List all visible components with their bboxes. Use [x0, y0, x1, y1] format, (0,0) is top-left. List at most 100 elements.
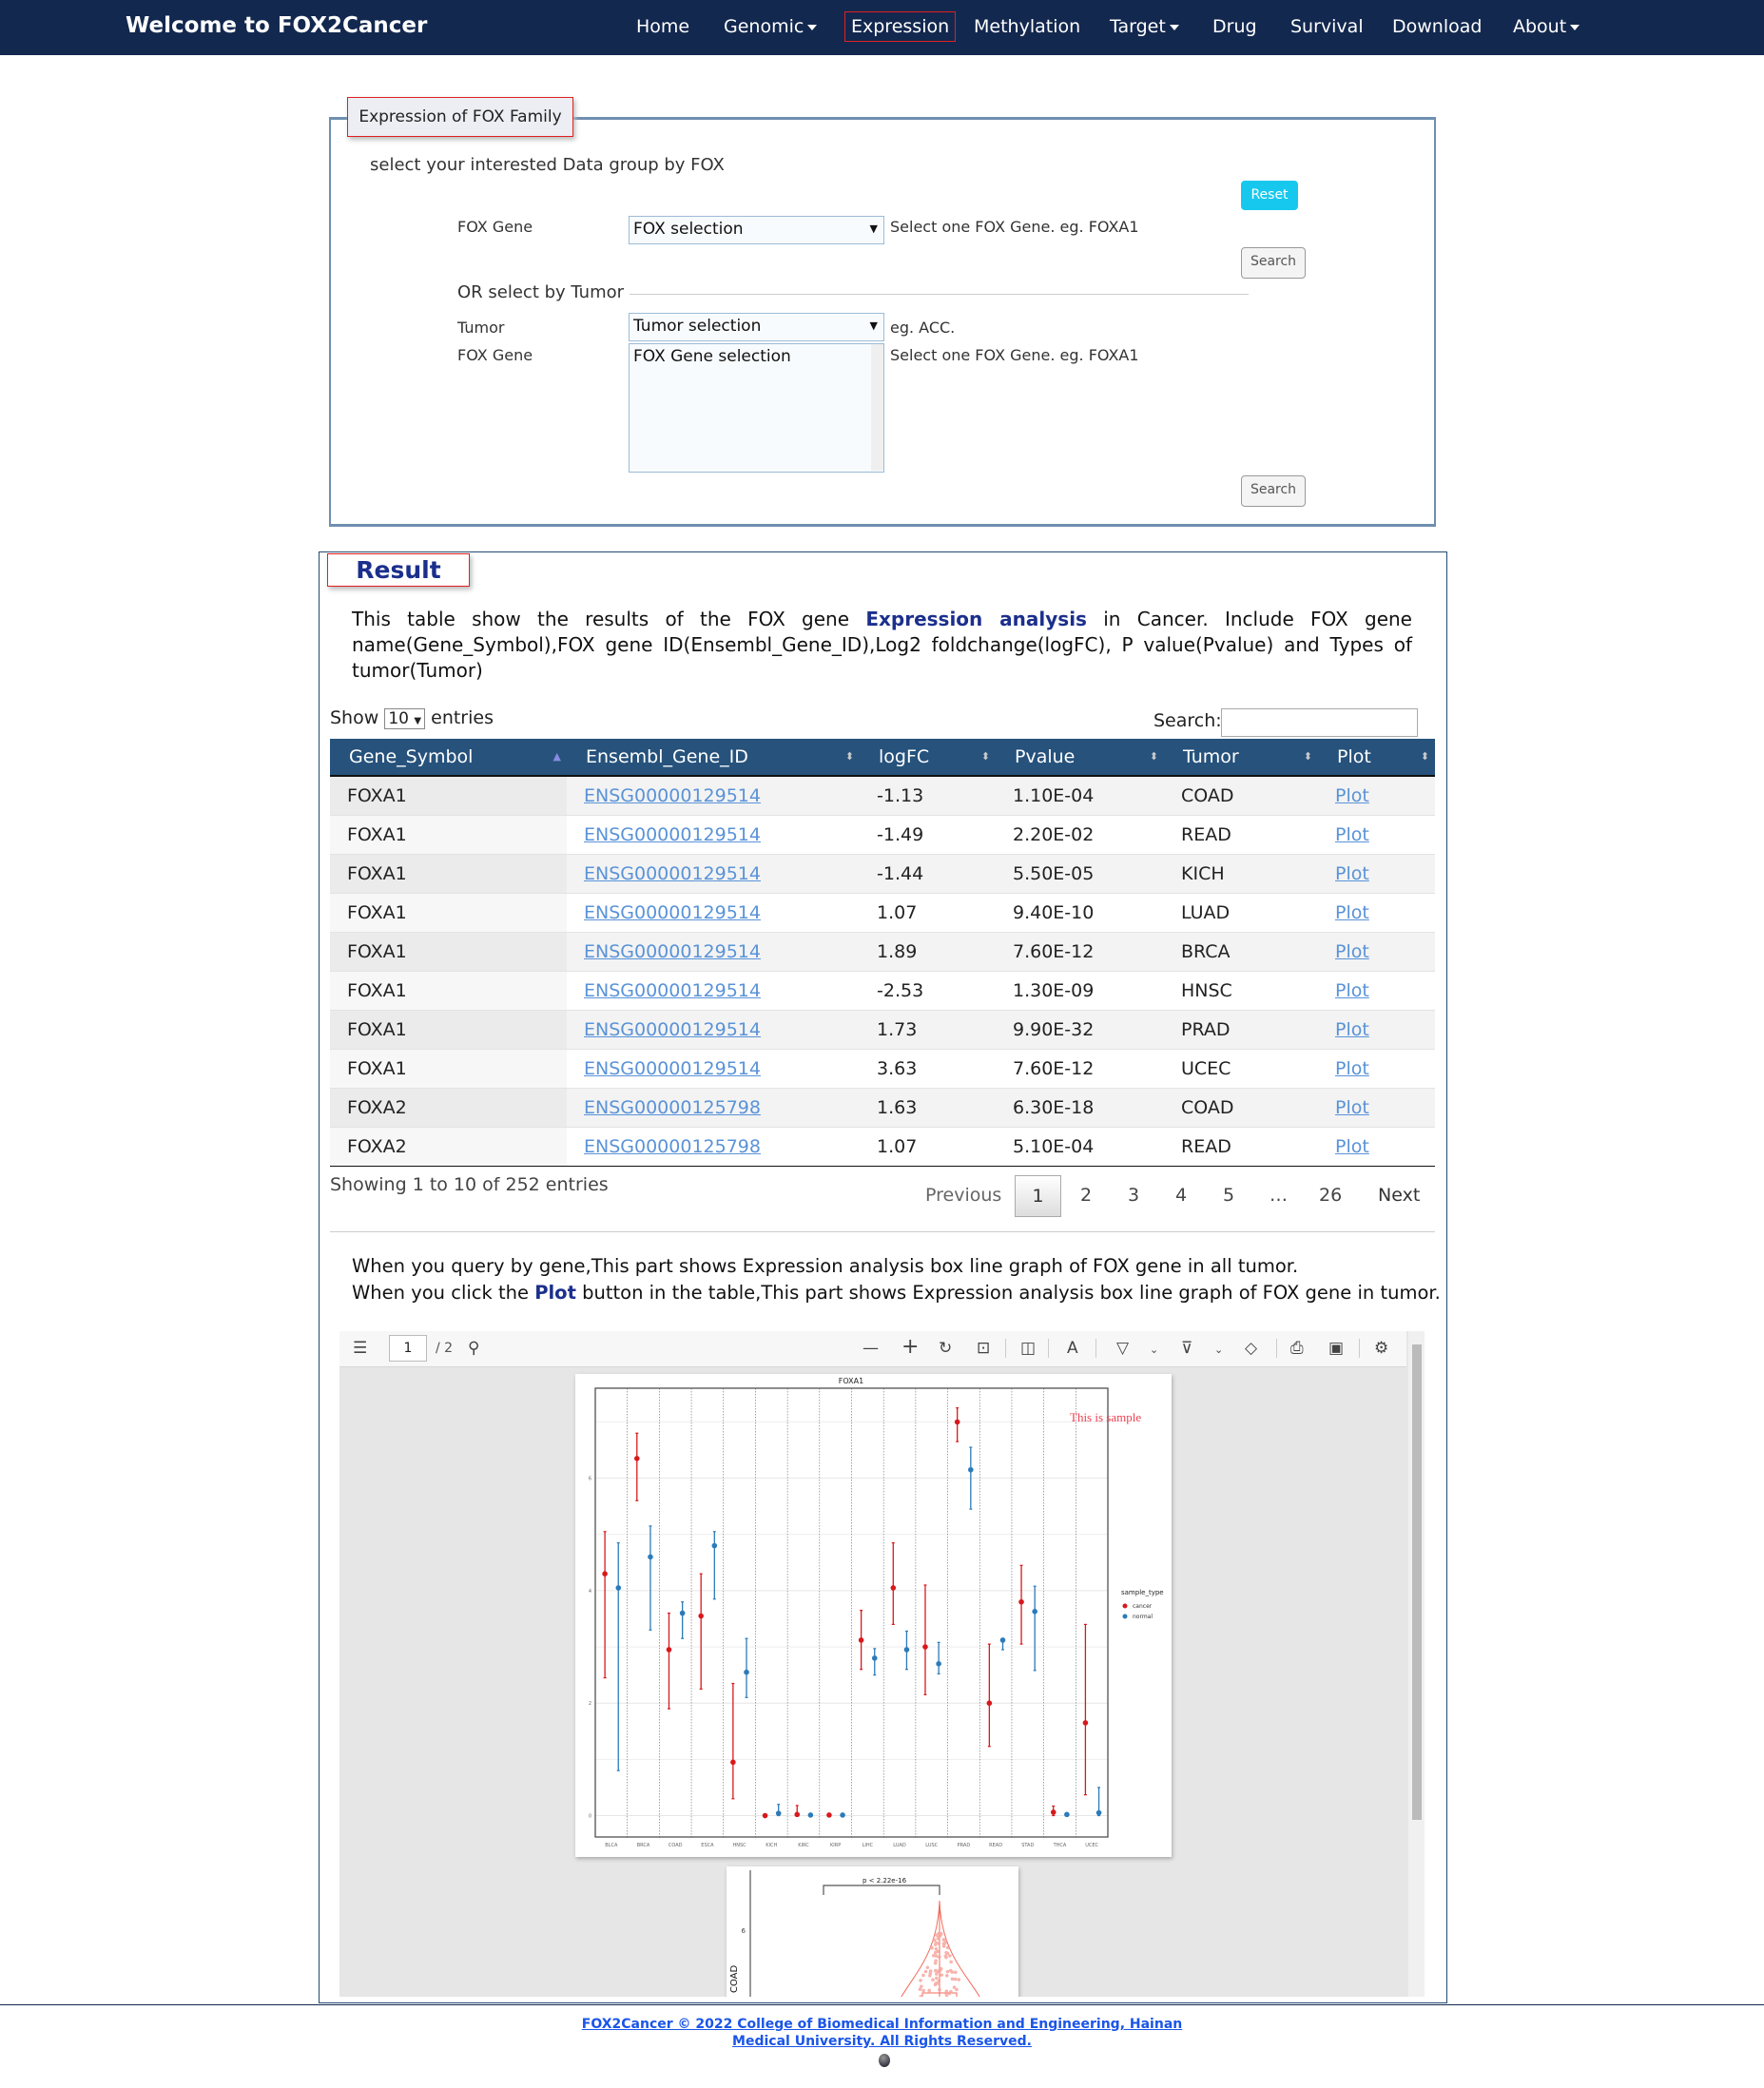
- plot-link[interactable]: Plot: [1335, 902, 1369, 923]
- column-header-ensembl-gene-id[interactable]: Ensembl_Gene_ID ⬍: [567, 739, 860, 777]
- column-header-plot[interactable]: Plot ⬍: [1318, 739, 1435, 777]
- plot-link[interactable]: Plot: [1335, 785, 1369, 806]
- sort-icon[interactable]: ⬍: [1304, 750, 1312, 763]
- jitter-point: [933, 1968, 938, 1973]
- ensembl-link[interactable]: ENSG00000129514: [584, 824, 761, 845]
- entries-select[interactable]: 10 ▼: [384, 708, 426, 729]
- ensembl-link[interactable]: ENSG00000125798: [584, 1097, 761, 1118]
- reset-button[interactable]: Reset: [1241, 181, 1298, 210]
- listbox-scrollbar[interactable]: [871, 344, 883, 471]
- table-search-input[interactable]: [1221, 708, 1418, 737]
- pagination-page-2[interactable]: 2: [1080, 1185, 1092, 1206]
- cell-pvalue: 2.20E-02: [996, 814, 1164, 854]
- ensembl-link[interactable]: ENSG00000129514: [584, 941, 761, 962]
- sort-icon[interactable]: ⬍: [1421, 750, 1429, 763]
- print-icon[interactable]: ⎙: [1290, 1339, 1304, 1358]
- column-header-pvalue[interactable]: Pvalue ⬍: [996, 739, 1164, 777]
- plot-link[interactable]: Plot: [1335, 1058, 1369, 1079]
- or-tumor-heading: OR select by Tumor: [457, 282, 625, 302]
- plot-link[interactable]: Plot: [1335, 980, 1369, 1001]
- scrollbar-thumb[interactable]: [1412, 1344, 1422, 1820]
- point-cancer-KICH: [762, 1812, 768, 1819]
- table-row: FOXA1 ENSG00000129514 -1.13 1.10E-04 COAD Plo…: [330, 775, 1435, 815]
- pagination-page-5[interactable]: 5: [1223, 1185, 1234, 1206]
- rotate-icon[interactable]: ↻: [939, 1339, 952, 1358]
- nav-about[interactable]: About: [1513, 16, 1580, 37]
- zoom-in-icon[interactable]: +: [901, 1335, 919, 1359]
- plot-note-2: When you click the Plot button in the ta…: [352, 1282, 1441, 1304]
- column-header-gene-symbol[interactable]: Gene_Symbol ▲: [330, 739, 567, 777]
- sort-asc-icon[interactable]: ▲: [553, 750, 561, 763]
- cell-pvalue: 9.40E-10: [996, 892, 1164, 932]
- fox-gene-listbox[interactable]: FOX Gene selection: [629, 343, 884, 473]
- ensembl-link[interactable]: ENSG00000129514: [584, 1058, 761, 1079]
- sort-icon[interactable]: ⬍: [845, 750, 854, 763]
- page-number-input[interactable]: 1: [389, 1335, 427, 1362]
- plot-link[interactable]: Plot: [1335, 941, 1369, 962]
- highlight-icon[interactable]: ⊽: [1181, 1339, 1192, 1358]
- cell-tumor: HNSC: [1164, 970, 1318, 1010]
- pagination-page-3[interactable]: 3: [1128, 1185, 1139, 1206]
- nav-download[interactable]: Download: [1392, 16, 1482, 37]
- x-tick-label: PRAD: [958, 1843, 971, 1848]
- contents-list-icon[interactable]: ☰: [353, 1339, 367, 1358]
- cell-plot: Plot: [1318, 853, 1435, 893]
- pagination-page-4[interactable]: 4: [1175, 1185, 1187, 1206]
- tumor-select[interactable]: Tumor selection ▼: [629, 313, 884, 341]
- draw-icon[interactable]: ▽: [1116, 1339, 1129, 1358]
- ensembl-link[interactable]: ENSG00000129514: [584, 902, 761, 923]
- cell-logfc: 1.63: [860, 1087, 996, 1127]
- sort-icon[interactable]: ⬍: [981, 750, 990, 763]
- cell-tumor: BRCA: [1164, 931, 1318, 971]
- settings-gear-icon[interactable]: ⚙: [1374, 1339, 1388, 1358]
- nav-expression[interactable]: Expression: [844, 11, 957, 42]
- plot-link[interactable]: Plot: [1335, 1097, 1369, 1118]
- point-cancer-THCA: [1050, 1809, 1056, 1815]
- cell-gene-symbol: FOXA1: [330, 1048, 567, 1088]
- ensembl-link[interactable]: ENSG00000129514: [584, 1019, 761, 1040]
- cell-pvalue: 9.90E-32: [996, 1009, 1164, 1049]
- caret-down-icon: [807, 24, 818, 30]
- plot-link[interactable]: Plot: [1335, 1019, 1369, 1040]
- search-by-fox-button[interactable]: Search: [1241, 247, 1306, 279]
- viewer-scrollbar[interactable]: [1408, 1331, 1425, 1997]
- point-normal-HNSC: [744, 1669, 749, 1675]
- search-icon[interactable]: ⚲: [468, 1339, 479, 1358]
- pagination-previous[interactable]: Previous: [925, 1185, 1001, 1206]
- nav-target[interactable]: Target: [1110, 16, 1179, 37]
- nav-home[interactable]: Home: [636, 16, 689, 37]
- fit-page-icon[interactable]: ⊡: [977, 1339, 990, 1358]
- nav-methylation[interactable]: Methylation: [974, 16, 1080, 37]
- nav-genomic[interactable]: Genomic: [724, 16, 818, 37]
- pagination-page-1[interactable]: 1: [1015, 1175, 1061, 1217]
- jitter-point: [950, 1970, 955, 1974]
- fox-gene-select[interactable]: FOX selection ▼: [629, 216, 884, 244]
- sort-icon[interactable]: ⬍: [1150, 750, 1158, 763]
- pagination-next[interactable]: Next: [1378, 1185, 1420, 1206]
- column-header-tumor[interactable]: Tumor ⬍: [1164, 739, 1318, 777]
- plot-link[interactable]: Plot: [1335, 824, 1369, 845]
- ensembl-link[interactable]: ENSG00000129514: [584, 785, 761, 806]
- pagination-page-26[interactable]: 26: [1319, 1185, 1342, 1206]
- plot-link[interactable]: Plot: [1335, 863, 1369, 884]
- point-normal-KIRC: [807, 1812, 814, 1818]
- chevron-down-icon[interactable]: ⌄: [1150, 1344, 1158, 1356]
- cell-plot: Plot: [1318, 892, 1435, 932]
- site-brand[interactable]: Welcome to FOX2Cancer: [126, 13, 427, 38]
- ensembl-link[interactable]: ENSG00000129514: [584, 863, 761, 884]
- plot-link[interactable]: Plot: [1335, 1136, 1369, 1157]
- ensembl-link[interactable]: ENSG00000125798: [584, 1136, 761, 1157]
- eraser-icon[interactable]: ◇: [1245, 1339, 1257, 1358]
- chevron-down-icon[interactable]: ⌄: [1214, 1344, 1223, 1356]
- save-icon[interactable]: ▣: [1328, 1339, 1344, 1358]
- cell-plot: Plot: [1318, 1087, 1435, 1127]
- read-aloud-icon[interactable]: A: [1067, 1339, 1078, 1358]
- nav-survival[interactable]: Survival: [1290, 16, 1364, 37]
- page-view-icon[interactable]: ◫: [1020, 1339, 1036, 1358]
- ensembl-link[interactable]: ENSG00000129514: [584, 980, 761, 1001]
- footer-copyright-link[interactable]: FOX2Cancer © 2022 College of Biomedical …: [582, 2017, 1182, 2049]
- zoom-out-icon[interactable]: —: [863, 1339, 879, 1358]
- nav-drug[interactable]: Drug: [1212, 16, 1257, 37]
- search-by-tumor-button[interactable]: Search: [1241, 475, 1306, 507]
- column-header-logfc[interactable]: logFC ⬍: [860, 739, 996, 777]
